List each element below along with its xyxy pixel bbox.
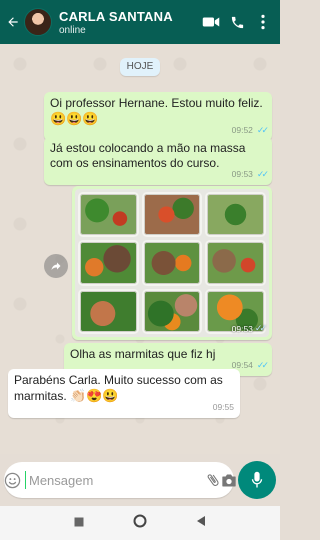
image-message[interactable]: 09:53 ✓✓ [72, 186, 272, 340]
forward-icon[interactable] [44, 254, 68, 278]
meal-container [141, 240, 203, 286]
recents-icon[interactable] [74, 514, 84, 532]
meal-container [78, 192, 139, 238]
message-time: 09:53 [231, 169, 253, 179]
meal-container [141, 192, 203, 238]
contact-name: CARLA SANTANA [59, 8, 173, 24]
chat-area[interactable]: HOJE Oi professor Hernane. Estou muito f… [0, 44, 280, 454]
message-emoji: 👏🏻😍😃 [70, 388, 119, 403]
contact-info[interactable]: CARLA SANTANA online [59, 9, 198, 36]
message-emoji: 😃😃😃 [50, 111, 99, 126]
read-ticks-icon: ✓✓ [254, 323, 267, 333]
meal-container [141, 288, 203, 334]
message-input[interactable] [25, 471, 205, 489]
meal-container [78, 288, 139, 334]
home-icon[interactable] [133, 514, 147, 533]
mic-icon [251, 471, 263, 488]
phone-icon[interactable] [224, 14, 250, 30]
message-text: Olha as marmitas que fiz hj [70, 347, 216, 361]
message-text: Oi professor Hernane. Estou muito feliz. [50, 96, 263, 110]
meal-prep-photo[interactable] [75, 189, 269, 337]
mic-button[interactable] [238, 461, 276, 499]
chat-header: CARLA SANTANA online [0, 0, 280, 44]
message-time: 09:53 [231, 323, 253, 334]
attach-icon[interactable] [205, 472, 221, 488]
meal-container [78, 240, 139, 286]
contact-avatar[interactable] [24, 8, 52, 36]
read-ticks-icon: ✓✓ [256, 169, 269, 179]
message-incoming[interactable]: Parabéns Carla. Muito sucesso com as mar… [8, 369, 240, 418]
read-ticks-icon: ✓✓ [256, 360, 269, 370]
back-icon[interactable] [196, 514, 206, 532]
contact-status: online [59, 24, 86, 36]
camera-icon[interactable] [221, 473, 237, 488]
date-divider: HOJE [120, 58, 160, 76]
message-outgoing[interactable]: Já estou colocando a mão na massa com os… [44, 137, 272, 185]
meal-container [205, 240, 266, 286]
message-time: 09:55 [212, 402, 234, 412]
video-call-icon[interactable] [198, 14, 224, 30]
read-ticks-icon: ✓✓ [256, 125, 269, 135]
message-outgoing[interactable]: Oi professor Hernane. Estou muito feliz.… [44, 92, 272, 141]
message-time: 09:52 [231, 125, 253, 135]
back-arrow-icon[interactable] [4, 15, 22, 29]
system-nav-bar [0, 506, 280, 540]
more-vertical-icon[interactable] [250, 14, 276, 30]
message-text: Já estou colocando a mão na massa com os… [50, 141, 246, 170]
meal-container [205, 192, 266, 238]
message-composer [4, 462, 237, 498]
emoji-icon[interactable] [4, 472, 21, 489]
